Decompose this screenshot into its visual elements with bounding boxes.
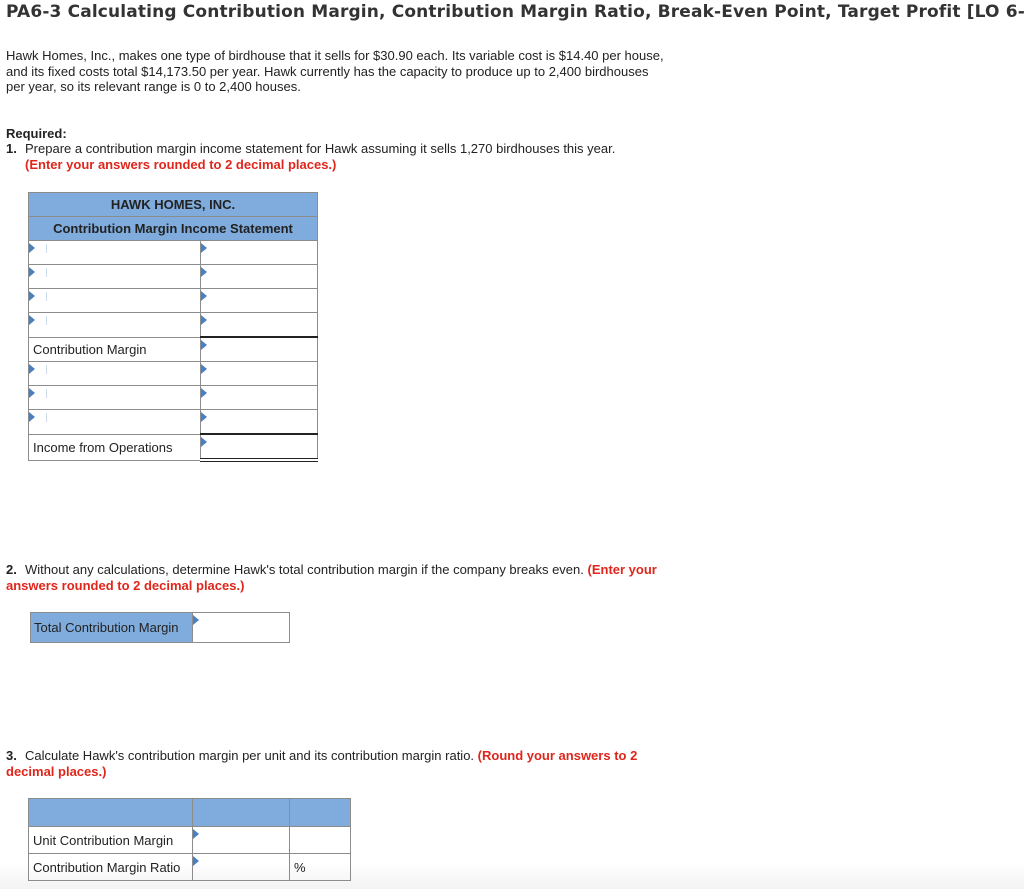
question-hint: (Enter your answers rounded to 2 decimal… (25, 156, 337, 172)
account-select-cell[interactable] (28, 312, 201, 338)
dropdown-marker-icon[interactable] (200, 412, 207, 422)
amount-input[interactable] (207, 340, 315, 359)
account-input[interactable] (36, 267, 198, 286)
amount-input[interactable] (207, 437, 315, 456)
dropdown-marker-icon[interactable] (193, 615, 199, 625)
dropdown-marker-icon[interactable] (193, 829, 199, 839)
account-input[interactable] (36, 412, 198, 432)
page-title: PA6-3 Calculating Contribution Margin, C… (6, 2, 1024, 22)
question-3: 3. Calculate Hawk's contribution margin p… (6, 748, 666, 779)
ratio-label: Unit Contribution Margin (28, 826, 193, 854)
amount-input[interactable] (207, 388, 315, 407)
ratio-value-input[interactable] (200, 856, 287, 878)
amount-input[interactable] (207, 243, 315, 262)
question-1: 1. Prepare a contribution margin income s… (6, 141, 666, 172)
amount-cell[interactable] (199, 361, 319, 386)
ratio-value-cell[interactable] (192, 853, 290, 881)
ratio-value-input[interactable] (200, 829, 287, 851)
dropdown-marker-icon[interactable] (29, 315, 35, 325)
amount-cell[interactable] (199, 385, 319, 410)
amount-input[interactable] (207, 267, 315, 286)
ratio-unit (289, 826, 351, 854)
total-contribution-margin-input[interactable] (200, 615, 287, 640)
account-input[interactable] (36, 243, 198, 262)
amount-cell[interactable] (199, 264, 319, 289)
statement-row: Income from Operations (28, 433, 319, 462)
income-statement-table: HAWK HOMES, INC. Contribution Margin Inc… (28, 192, 319, 462)
total-contribution-margin-cell[interactable] (192, 612, 290, 643)
ratio-row: Unit Contribution Margin (28, 826, 351, 854)
dropdown-marker-icon[interactable] (200, 437, 207, 447)
break-even-table: Total Contribution Margin (30, 612, 290, 643)
dropdown-marker-icon[interactable] (200, 291, 207, 301)
ratio-table: Unit Contribution Margin Contribution Mar… (28, 798, 351, 881)
required-label: Required: (6, 126, 67, 141)
dropdown-marker-icon[interactable] (200, 388, 207, 398)
dropdown-marker-icon[interactable] (200, 315, 207, 325)
question-number: 1. (6, 141, 17, 156)
ratio-row: Contribution Margin Ratio% (28, 853, 351, 881)
account-input[interactable] (36, 315, 198, 335)
dropdown-marker-icon[interactable] (193, 856, 199, 866)
statement-row (28, 385, 319, 410)
account-input[interactable] (36, 291, 198, 310)
dropdown-marker-icon[interactable] (29, 412, 35, 422)
dropdown-marker-icon[interactable] (200, 243, 207, 253)
statement-title-header: Contribution Margin Income Statement (28, 216, 318, 241)
row-label: Income from Operations (28, 433, 201, 461)
amount-cell[interactable] (199, 288, 319, 313)
dropdown-marker-icon[interactable] (200, 267, 207, 277)
dropdown-marker-icon[interactable] (200, 340, 207, 350)
row-label: Contribution Margin (28, 336, 201, 362)
account-select-cell[interactable] (28, 240, 201, 265)
question-text: Calculate Hawk's contribution margin per… (25, 748, 475, 763)
amount-input[interactable] (207, 412, 315, 431)
account-select-cell[interactable] (28, 264, 201, 289)
amount-cell[interactable] (199, 433, 319, 462)
header-cell (192, 798, 290, 827)
account-select-cell[interactable] (28, 361, 201, 386)
question-number: 2. (6, 562, 17, 577)
ratio-table-header (28, 798, 351, 827)
question-number: 3. (6, 748, 17, 763)
statement-row (28, 264, 319, 289)
statement-row (28, 240, 319, 265)
account-input[interactable] (36, 388, 198, 407)
question-2: 2. Without any calculations, determine Ha… (6, 562, 666, 593)
amount-input[interactable] (207, 315, 315, 334)
ratio-label: Contribution Margin Ratio (28, 853, 193, 881)
amount-cell[interactable] (199, 336, 319, 362)
amount-input[interactable] (207, 364, 315, 383)
dropdown-marker-icon[interactable] (29, 364, 35, 374)
amount-cell[interactable] (199, 312, 319, 338)
dropdown-marker-icon[interactable] (29, 291, 35, 301)
total-contribution-margin-label: Total Contribution Margin (30, 612, 193, 643)
amount-cell[interactable] (199, 240, 319, 265)
statement-row (28, 312, 319, 338)
dropdown-marker-icon[interactable] (29, 388, 35, 398)
question-text: Without any calculations, determine Hawk… (25, 562, 584, 577)
header-cell (28, 798, 193, 827)
header-cell (289, 798, 351, 827)
dropdown-marker-icon[interactable] (29, 267, 35, 277)
account-select-cell[interactable] (28, 385, 201, 410)
statement-row: Contribution Margin (28, 336, 319, 362)
statement-row (28, 288, 319, 313)
dropdown-marker-icon[interactable] (29, 243, 35, 253)
amount-cell[interactable] (199, 409, 319, 435)
amount-input[interactable] (207, 291, 315, 310)
ratio-value-cell[interactable] (192, 826, 290, 854)
account-input[interactable] (36, 364, 198, 383)
account-select-cell[interactable] (28, 288, 201, 313)
company-name-header: HAWK HOMES, INC. (28, 192, 318, 217)
statement-row (28, 361, 319, 386)
account-select-cell[interactable] (28, 409, 201, 435)
question-text: Prepare a contribution margin income sta… (25, 141, 616, 156)
statement-row (28, 409, 319, 435)
problem-description: Hawk Homes, Inc., makes one type of bird… (6, 48, 664, 94)
ratio-unit: % (289, 853, 351, 881)
dropdown-marker-icon[interactable] (200, 364, 207, 374)
